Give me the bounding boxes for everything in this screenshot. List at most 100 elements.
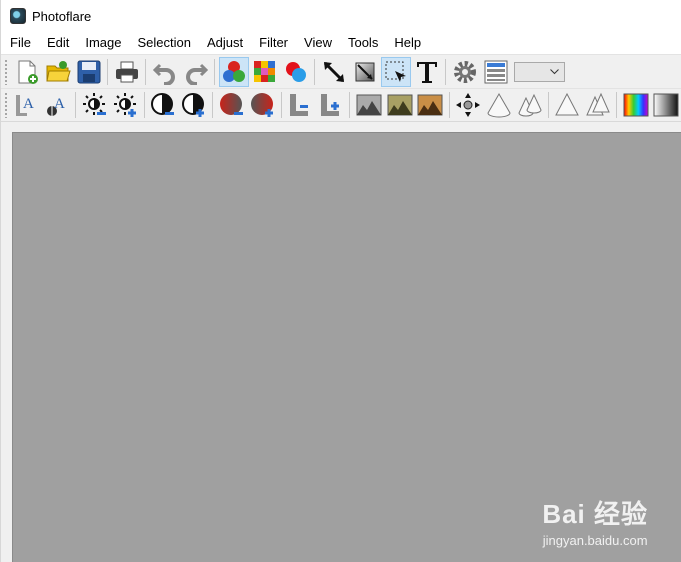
menu-selection[interactable]: Selection — [130, 32, 199, 54]
menu-image[interactable]: Image — [77, 32, 129, 54]
level-up-button[interactable] — [316, 90, 346, 120]
saturation-up-button[interactable] — [248, 90, 278, 120]
app-window: Photoflare File Edit Image Selection Adj… — [0, 0, 681, 562]
main-toolbar — [1, 54, 681, 88]
menu-tools[interactable]: Tools — [340, 32, 386, 54]
contrast-up-icon — [182, 93, 205, 117]
font-fill-button[interactable]: A — [42, 90, 72, 120]
toolbar-separator — [448, 92, 450, 118]
sepia-button[interactable] — [415, 90, 445, 120]
contrast-up-button[interactable] — [179, 90, 209, 120]
color-picker-button[interactable] — [281, 57, 311, 87]
color-tool-button[interactable] — [218, 56, 249, 87]
toolbar-grip[interactable] — [4, 92, 8, 118]
crop-icon — [355, 62, 374, 81]
redo-button[interactable] — [181, 57, 211, 87]
toolbar-separator — [145, 58, 146, 85]
toolbar-separator — [616, 92, 618, 118]
contrast-down-icon — [151, 93, 175, 115]
cone-button[interactable] — [484, 90, 514, 120]
cone-icon — [487, 93, 511, 118]
triangle-button[interactable] — [552, 90, 582, 120]
window-title: Photoflare — [32, 8, 92, 24]
select-arrow-icon — [385, 61, 406, 82]
menu-edit[interactable]: Edit — [39, 32, 77, 54]
landscape-gray-icon — [356, 94, 382, 116]
toolbar-separator — [314, 58, 315, 85]
brightness-up-icon — [113, 93, 136, 117]
image-workspace[interactable]: Bai 经验 jingyan.baidu.com — [12, 132, 681, 562]
level-l-up-icon — [321, 94, 340, 116]
brightness-down-icon — [82, 93, 106, 115]
layers-icon — [484, 60, 507, 83]
rainbow-gradient-button[interactable] — [621, 90, 651, 120]
menu-file[interactable]: File — [1, 32, 39, 54]
olive-filter-button[interactable] — [385, 90, 415, 120]
triangle-icon — [555, 92, 580, 116]
open-folder-icon — [45, 60, 71, 81]
toolbar-separator — [349, 92, 351, 118]
explode-button[interactable] — [453, 90, 483, 120]
menu-filter[interactable]: Filter — [251, 32, 296, 54]
toolbar-separator — [75, 92, 77, 118]
redo-icon — [185, 63, 208, 85]
brightness-down-button[interactable] — [80, 90, 110, 120]
menu-view[interactable]: View — [296, 32, 340, 54]
adjust-toolbar: A A — [1, 88, 681, 122]
photoflare-app-icon — [10, 8, 26, 24]
zoom-combo[interactable] — [514, 61, 565, 82]
print-button[interactable] — [112, 57, 142, 87]
watermark-logo: Bai 经验 — [542, 499, 648, 529]
level-l-down-icon — [290, 94, 309, 116]
gradient-rainbow-icon — [623, 93, 649, 117]
toolbar-grip[interactable] — [4, 58, 8, 85]
line-arrow-icon — [323, 61, 344, 82]
svg-text:A: A — [23, 96, 34, 112]
triangle-double-button[interactable] — [583, 90, 613, 120]
undo-icon — [152, 63, 175, 85]
compass-icon — [456, 93, 480, 117]
saturation-down-button[interactable] — [217, 90, 247, 120]
title-bar: Photoflare — [1, 0, 681, 32]
cone-double-icon — [517, 93, 542, 117]
select-tool-button[interactable] — [380, 56, 411, 87]
palette-button[interactable] — [250, 57, 280, 87]
watermark-url: jingyan.baidu.com — [542, 533, 648, 548]
layers-button[interactable] — [481, 57, 511, 87]
menu-adjust[interactable]: Adjust — [199, 32, 251, 54]
undo-button[interactable] — [150, 57, 180, 87]
chevron-down-icon — [550, 68, 559, 74]
text-tool-icon — [416, 61, 437, 83]
crop-tool-button[interactable] — [350, 57, 380, 87]
brightness-up-button[interactable] — [111, 90, 141, 120]
gray-gradient-button[interactable] — [652, 90, 681, 120]
save-button[interactable] — [74, 57, 104, 87]
svg-text:A: A — [54, 96, 65, 112]
grayscale-button[interactable] — [354, 90, 384, 120]
contrast-down-button[interactable] — [148, 90, 178, 120]
color-palette-icon — [253, 60, 275, 82]
saturation-up-icon — [250, 93, 273, 117]
toolbar-separator — [212, 92, 214, 118]
save-icon — [77, 60, 100, 83]
toolbar-separator — [547, 92, 549, 118]
toolbar-separator — [280, 92, 282, 118]
open-file-button[interactable] — [43, 57, 73, 87]
settings-button[interactable] — [450, 57, 480, 87]
font-a-fill-icon: A — [47, 96, 65, 116]
toolbar-separator — [445, 58, 446, 85]
saturation-down-icon — [219, 93, 243, 115]
gradient-gray-icon — [653, 93, 679, 117]
font-a-icon: A — [16, 95, 34, 116]
new-file-button[interactable] — [12, 57, 42, 87]
font-button[interactable]: A — [11, 90, 41, 120]
cone-double-button[interactable] — [515, 90, 545, 120]
toolbar-separator — [107, 58, 108, 85]
color-circles-icon — [222, 60, 245, 82]
menu-help[interactable]: Help — [386, 32, 429, 54]
toolbar-separator — [214, 58, 215, 85]
landscape-sepia-icon — [417, 94, 443, 116]
level-down-button[interactable] — [285, 90, 315, 120]
text-tool-button[interactable] — [412, 57, 442, 87]
line-tool-button[interactable] — [319, 57, 349, 87]
